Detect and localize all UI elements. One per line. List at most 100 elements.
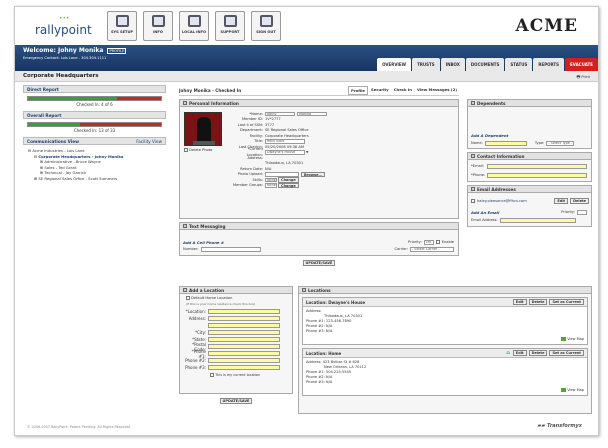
skills-field: None <box>265 177 277 182</box>
transformyx-logo: ▰▰ Transformyx <box>537 423 582 429</box>
tab-check-in[interactable]: Check In <box>392 86 414 95</box>
delete-photo-checkbox[interactable] <box>184 148 188 152</box>
page-title: Corporate Headquarters <box>23 73 99 79</box>
location-address-input[interactable] <box>208 316 280 321</box>
add-location-header: Add a Location <box>180 287 292 294</box>
main-tabs: OVERVIEW TRUSTS INBOX DOCUMENTS STATUS R… <box>377 58 598 71</box>
photo-upload-input[interactable] <box>265 172 299 177</box>
overall-report-header: Overall Report <box>23 111 166 119</box>
communications-header: Communications View Facility View <box>23 137 166 145</box>
contact-info-header: Contact Information <box>468 153 591 160</box>
personal-info-panel: Personal Information Delete Photo *Name:… <box>179 99 459 219</box>
direct-report-header: Direct Report <box>23 85 166 93</box>
add-location-panel: Add a Location Default Home Location (If… <box>179 283 293 404</box>
person-icon <box>183 101 187 105</box>
house-icon <box>302 288 306 292</box>
profile-link[interactable]: PROFILE <box>107 48 127 54</box>
sys-setup-icon <box>115 15 129 27</box>
sign-out-button[interactable]: SIGN OUT <box>251 11 281 41</box>
map-icon <box>561 388 567 392</box>
locations-header: Locations <box>299 287 591 294</box>
view-map-link[interactable]: View Map <box>561 337 584 342</box>
welcome-text: Welcome: Johny Monika PROFILE <box>23 47 127 54</box>
emergency-contact: Emergency Contact: Lois Lane - 304.304.1… <box>23 56 107 60</box>
info-button[interactable]: INFO <box>143 11 173 41</box>
delete-email-button[interactable]: Delete <box>570 198 589 204</box>
delete-location-button[interactable]: Delete <box>528 350 548 356</box>
text-messaging-panel: Text Messaging Add A Cell Phone # Number… <box>179 222 459 256</box>
map-icon <box>561 337 567 341</box>
delete-photo[interactable]: Delete Photo <box>184 148 212 152</box>
tab-documents[interactable]: DOCUMENTS <box>465 58 505 71</box>
current-location-checkbox[interactable] <box>210 373 214 377</box>
phone1-input[interactable] <box>208 351 280 356</box>
dependents-header: Dependents <box>468 100 591 107</box>
home-icon: ⌂ <box>506 350 510 356</box>
tab-inbox[interactable]: INBOX <box>440 58 465 71</box>
edit-email-button[interactable]: Edit <box>554 198 569 204</box>
welcome-bar: Welcome: Johny Monika PROFILE Emergency … <box>15 45 598 71</box>
default-home-checkbox[interactable] <box>186 296 190 300</box>
direct-report-count: Checked In: 4 of 6 <box>76 102 113 107</box>
chevron-down-icon[interactable]: ▼ <box>306 149 308 155</box>
tab-reports[interactable]: REPORTS <box>533 58 565 71</box>
contact-info-panel: Contact Information *Email: *Phone: <box>467 152 592 182</box>
change-groups-button[interactable]: Change <box>278 182 299 188</box>
set-current-button[interactable]: Set as Current <box>549 350 584 356</box>
view-map-link[interactable]: View Map <box>561 388 584 393</box>
enable-checkbox[interactable] <box>435 240 440 245</box>
location-card: Location: Dwayne's House Edit Delete Set as… <box>302 297 588 345</box>
local-info-icon <box>187 15 201 27</box>
tab-security[interactable]: Security <box>369 86 391 95</box>
edit-location-button[interactable]: Edit <box>512 299 527 305</box>
phone2-input[interactable] <box>208 358 280 363</box>
email-icon <box>471 187 475 191</box>
tab-status[interactable]: STATUS <box>505 58 533 71</box>
dependent-type-select[interactable]: - Select Type - <box>546 141 575 146</box>
current-location-select[interactable]: Dwayne's House <box>265 150 305 155</box>
browse-button[interactable]: Browse... <box>301 171 326 177</box>
tab-overview[interactable]: OVERVIEW <box>377 58 412 71</box>
state-input[interactable] <box>208 337 280 342</box>
text-messaging-header: Text Messaging <box>180 223 458 230</box>
rallypoint-logo: • • • rallypoint <box>35 15 92 37</box>
groups-field: None <box>265 183 277 188</box>
local-info-button[interactable]: LOCAL INFO <box>179 11 209 41</box>
email-address-input[interactable] <box>499 218 576 223</box>
phone3-input[interactable] <box>208 365 280 370</box>
tab-view-messages[interactable]: View Messages (2) <box>415 86 459 95</box>
cell-number-input[interactable] <box>200 247 261 252</box>
location-save-button[interactable]: UPDATE/SAVE <box>219 398 253 404</box>
print-link[interactable]: 🖶 Print <box>576 74 590 81</box>
left-panel: Direct Report Checked In: 4 of 6 Overall… <box>23 85 166 184</box>
overall-report-progress <box>27 122 162 127</box>
location-address2-input[interactable] <box>208 323 280 328</box>
support-button[interactable]: SUPPORT <box>215 11 245 41</box>
email-input[interactable] <box>487 164 587 169</box>
tab-trusts[interactable]: TRUSTS <box>412 58 440 71</box>
email-priority-select[interactable] <box>577 210 587 215</box>
edit-location-button[interactable]: Edit <box>512 350 527 356</box>
priority-select[interactable]: 1st <box>423 240 434 245</box>
location-name-input[interactable] <box>208 309 280 314</box>
email-checkbox[interactable] <box>471 198 475 203</box>
dependent-name-input[interactable] <box>484 141 527 146</box>
sign-out-icon <box>259 15 273 27</box>
update-save-button[interactable]: UPDATE/SAVE <box>302 260 336 266</box>
set-current-button[interactable]: Set as Current <box>549 299 584 305</box>
tab-evacuate[interactable]: EVACUATE <box>565 58 598 71</box>
facility-view-link[interactable]: Facility View <box>136 139 162 144</box>
city-input[interactable] <box>208 330 280 335</box>
map-pin-icon <box>183 288 187 292</box>
info-icon <box>151 15 165 27</box>
tab-profile[interactable]: Profile <box>348 86 368 95</box>
postal-code-input[interactable] <box>208 344 280 349</box>
tree-node[interactable]: ⊞ SE Regional Sales Office - Scott Summe… <box>28 176 161 182</box>
phone-input[interactable] <box>487 173 587 178</box>
last-name-field[interactable]: Monika <box>297 111 327 116</box>
locations-panel: Locations Location: Dwayne's House Edit De… <box>298 283 592 414</box>
carrier-select[interactable]: - Select Carrier - <box>410 247 454 252</box>
sys-setup-button[interactable]: SYS SETUP <box>107 11 137 41</box>
support-icon <box>223 15 237 27</box>
delete-location-button[interactable]: Delete <box>528 299 548 305</box>
